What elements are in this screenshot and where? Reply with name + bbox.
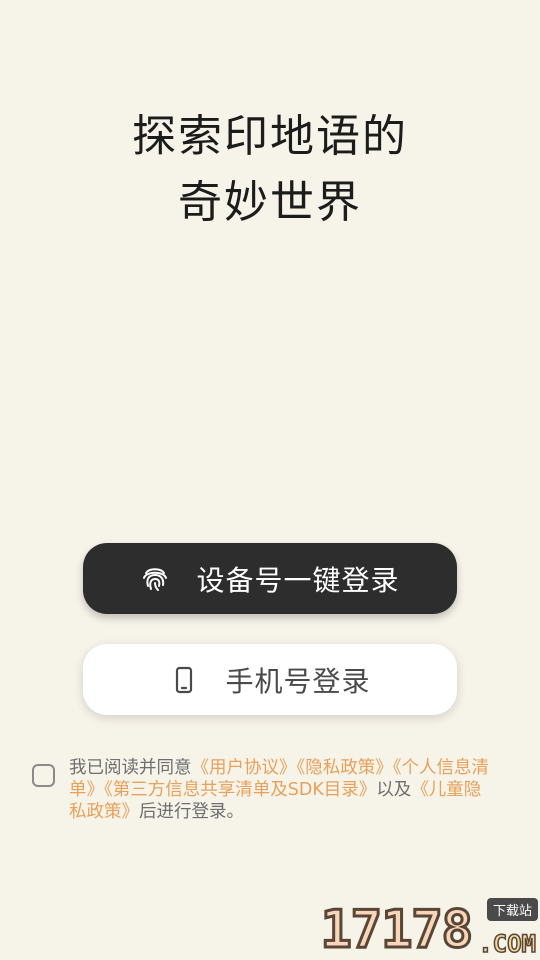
third-party-list-link[interactable]: 《第三方信息共享清单及SDK目录》 — [104, 780, 376, 800]
headline-line-1: 探索印地语的 — [132, 111, 408, 162]
headline-line-2: 奇妙世界 — [178, 177, 362, 228]
watermark-logo: 下载站 17178 .COM — [310, 896, 540, 960]
watermark-number: 17178 — [319, 900, 475, 960]
agreement-suffix: 后进行登录。 — [139, 802, 244, 822]
privacy-policy-link[interactable]: 《隐私政策》 — [297, 758, 393, 778]
fingerprint-icon — [140, 564, 170, 594]
phone-login-button[interactable]: 手机号登录 — [83, 644, 457, 715]
device-login-label: 设备号一键登录 — [196, 563, 400, 597]
agreement-checkbox[interactable] — [32, 764, 55, 787]
watermark-badge: 下载站 — [486, 898, 538, 921]
headline: 探索印地语的 奇妙世界 — [0, 104, 540, 236]
watermark-domain: .COM — [477, 929, 536, 959]
phone-login-label: 手机号登录 — [225, 664, 371, 698]
agreement-connector: 以及 — [376, 780, 412, 800]
agreement-section: 我已阅读并同意《用户协议》《隐私政策》《个人信息清单》《第三方信息共享清单及SD… — [32, 757, 502, 823]
agreement-text: 我已阅读并同意《用户协议》《隐私政策》《个人信息清单》《第三方信息共享清单及SD… — [69, 757, 497, 823]
agreement-prefix: 我已阅读并同意 — [69, 758, 192, 778]
smartphone-icon — [169, 665, 199, 695]
user-agreement-link[interactable]: 《用户协议》 — [192, 758, 297, 778]
device-login-button[interactable]: 设备号一键登录 — [83, 543, 457, 614]
